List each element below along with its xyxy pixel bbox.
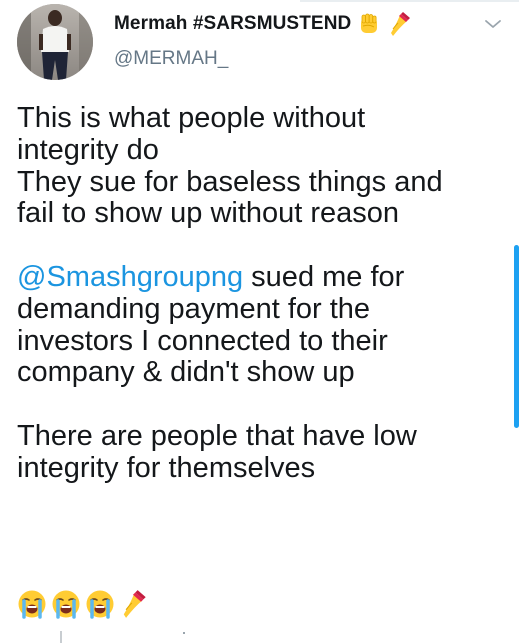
tweet-line: company & didn't show up bbox=[17, 356, 355, 389]
thread-line bbox=[60, 631, 62, 643]
trailing-emojis bbox=[17, 589, 147, 623]
separator-dot bbox=[183, 632, 185, 634]
tweet-line: integrity do bbox=[17, 133, 159, 166]
header-border bbox=[300, 0, 519, 2]
crying-face-emoji bbox=[17, 589, 47, 624]
avatar-photo bbox=[17, 4, 93, 80]
tweet-line-rest: sued me for bbox=[243, 260, 405, 293]
author-display-name[interactable]: Mermah #SARSMUSTEND bbox=[114, 13, 351, 35]
tweet-line: They sue for baseless things and bbox=[17, 165, 443, 198]
crying-face-emoji bbox=[51, 589, 81, 624]
raised-fist-emoji bbox=[357, 12, 381, 36]
tweet-line: investors I connected to their bbox=[17, 324, 388, 357]
tweet-line: There are people that have low bbox=[17, 419, 417, 452]
tweet-line: integrity for themselves bbox=[17, 451, 316, 484]
tweet-text: This is what people without integrity do… bbox=[17, 102, 512, 485]
tweet-line: fail to show up without reason bbox=[17, 197, 400, 230]
author-name-row[interactable]: Mermah #SARSMUSTEND bbox=[114, 9, 411, 39]
tweet-line: demanding payment for the bbox=[17, 292, 371, 325]
avatar[interactable] bbox=[17, 4, 93, 80]
scroll-indicator[interactable] bbox=[514, 245, 519, 428]
crying-face-emoji bbox=[85, 589, 115, 624]
chevron-down-icon[interactable] bbox=[482, 14, 504, 34]
tweet-line: @Smashgroupng sued me for bbox=[17, 260, 512, 294]
nail-polish-emoji bbox=[387, 11, 411, 37]
nail-polish-emoji bbox=[119, 589, 147, 624]
tweet-line: This is what people without bbox=[17, 102, 366, 134]
author-handle[interactable]: @MERMAH_ bbox=[114, 48, 228, 70]
mention-link[interactable]: @Smashgroupng bbox=[17, 261, 243, 293]
